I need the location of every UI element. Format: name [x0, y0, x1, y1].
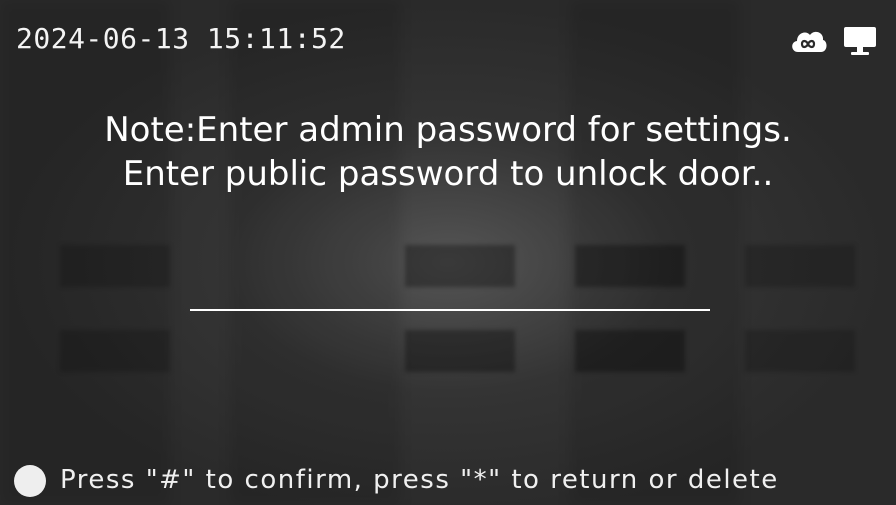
password-input[interactable]: [190, 272, 714, 310]
password-underline: [190, 309, 710, 311]
status-bar: 2024-06-13 15:11:52: [0, 0, 896, 80]
note-line-public: Enter public password to unlock door..: [122, 154, 774, 194]
hint-text: Press "#" to confirm, press "*" to retur…: [60, 465, 779, 495]
background-key: [745, 330, 855, 372]
door-panel-screen: 2024-06-13 15:11:52 Note:Enter admin pas…: [0, 0, 896, 505]
background-key: [405, 330, 515, 372]
cloud-link-icon: [788, 24, 828, 58]
instruction-note: Note:Enter admin password for settings. …: [0, 108, 896, 196]
background-key: [745, 245, 855, 287]
hint-dot-icon: [14, 465, 46, 497]
background-key: [575, 330, 685, 372]
status-icons: [788, 24, 882, 58]
datetime-display: 2024-06-13 15:11:52: [16, 22, 346, 55]
background-key: [60, 330, 170, 372]
monitor-icon: [842, 24, 882, 58]
note-line-admin: Note:Enter admin password for settings.: [104, 110, 792, 150]
hint-bar: Press "#" to confirm, press "*" to retur…: [0, 457, 896, 505]
background-key: [60, 245, 170, 287]
